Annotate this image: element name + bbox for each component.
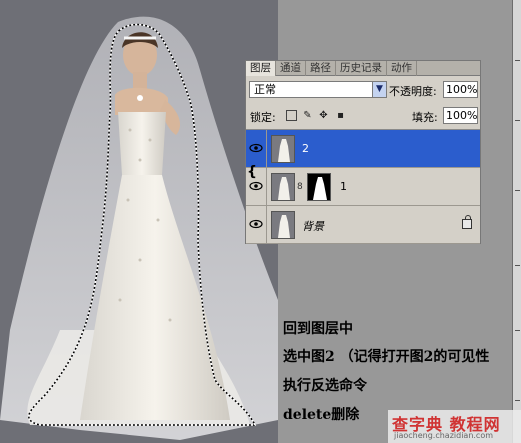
opacity-field[interactable]: 100%: [443, 81, 478, 98]
layer-thumbnail: [271, 135, 295, 163]
lock-move-icon[interactable]: ✥: [318, 110, 329, 121]
lock-transparency-icon[interactable]: [286, 110, 297, 121]
layer-name[interactable]: 背景: [302, 218, 324, 234]
layer-row-1[interactable]: 8 1: [246, 168, 480, 206]
lock-label: 锁定:: [250, 111, 276, 124]
tab-history[interactable]: 历史记录: [336, 61, 387, 76]
blend-mode-select[interactable]: 正常 ▼: [249, 81, 387, 98]
eye-icon[interactable]: [249, 219, 263, 229]
tab-layers[interactable]: 图层: [246, 61, 276, 76]
watermark-url: jiaocheng.chazidian.com: [394, 431, 494, 440]
instruction-line-3: 执行反选命令: [283, 378, 367, 394]
blend-row: 正常 ▼ 不透明度: 100%: [246, 77, 480, 101]
tab-paths[interactable]: 路径: [306, 61, 336, 76]
fill-label: 填充:: [412, 111, 438, 124]
tab-channels[interactable]: 通道: [276, 61, 306, 76]
eye-icon[interactable]: [249, 181, 263, 191]
image-canvas[interactable]: [0, 0, 278, 443]
lock-icon: [462, 215, 472, 229]
chevron-down-icon[interactable]: ▼: [372, 82, 386, 97]
layers-panel: 图层 通道 路径 历史记录 动作 正常 ▼ 不透明度: 100% 锁定: ✎ ✥…: [245, 60, 481, 244]
opacity-label: 不透明度:: [389, 85, 437, 98]
bride-photo: [0, 16, 278, 441]
fill-field[interactable]: 100%: [443, 107, 478, 124]
lock-brush-icon[interactable]: ✎: [302, 110, 313, 121]
layer-name[interactable]: 1: [340, 180, 347, 193]
right-panel-edge: [512, 0, 521, 443]
layer-row-2[interactable]: 2: [246, 130, 480, 168]
eye-icon[interactable]: [249, 143, 263, 153]
lock-all-icon[interactable]: ▪: [335, 110, 346, 121]
instruction-line-4: delete删除: [283, 407, 360, 423]
layers-list: 2 8 1 背景: [246, 129, 480, 244]
layer-thumbnail: [271, 173, 295, 201]
instruction-line-2: 选中图2 （记得打开图2的可见性: [283, 349, 490, 365]
layer-mask-thumbnail[interactable]: [307, 173, 331, 201]
drag-bracket-icon: {: [247, 164, 257, 180]
instruction-line-1: 回到图层中: [283, 321, 353, 337]
column-divider: [266, 130, 267, 168]
lock-row: 锁定: ✎ ✥ ▪ 填充: 100%: [246, 105, 480, 127]
blend-mode-value: 正常: [254, 83, 276, 96]
layer-row-background[interactable]: 背景: [246, 206, 480, 244]
layer-name[interactable]: 2: [302, 142, 309, 155]
watermark: 查字典 教程网 jiaocheng.chazidian.com: [388, 410, 521, 443]
layer-thumbnail: [271, 211, 295, 239]
column-divider: [266, 168, 267, 206]
tab-actions[interactable]: 动作: [387, 61, 417, 76]
panel-tabs: 图层 通道 路径 历史记录 动作: [246, 61, 480, 76]
column-divider: [266, 206, 267, 244]
chain-link-icon[interactable]: 8: [297, 182, 303, 192]
